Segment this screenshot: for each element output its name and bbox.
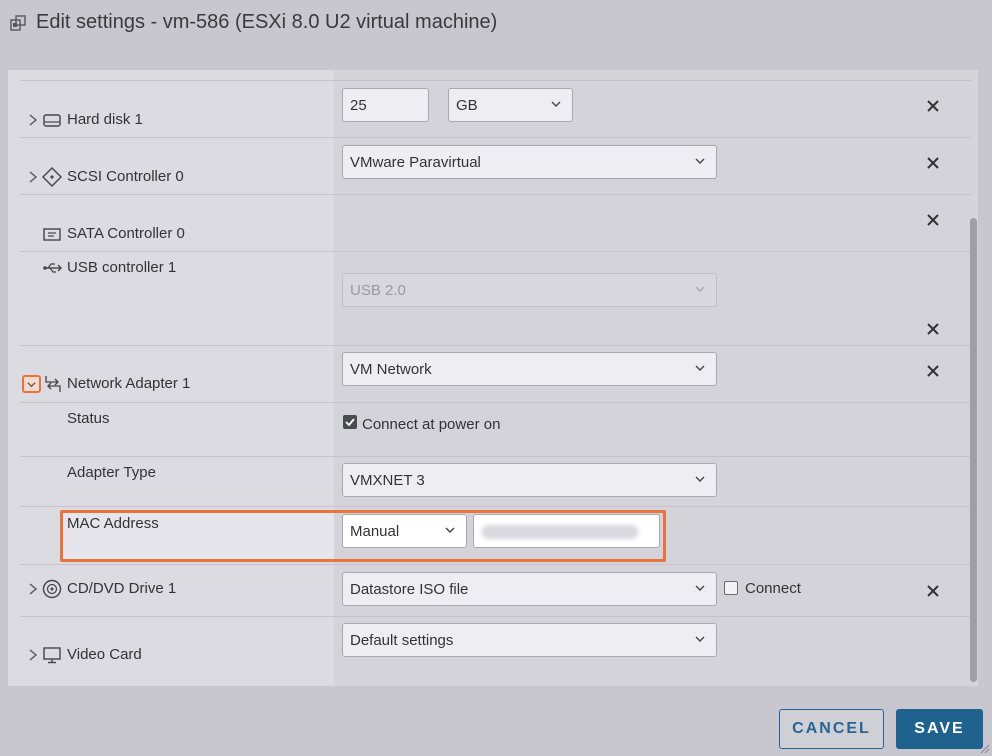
usb-controller-label: USB controller 1 [67,259,177,276]
row-divider [20,616,972,617]
video-card-settings-value: Default settings [350,632,454,649]
save-button[interactable]: SAVE [896,709,983,749]
chevron-right-icon[interactable] [26,170,40,184]
row-divider [20,194,972,195]
row-divider [20,345,972,346]
chevron-right-icon[interactable] [26,113,40,127]
vm-edit-icon [10,15,26,31]
dialog-title: Edit settings - vm-586 (ESXi 8.0 U2 virt… [36,11,498,33]
sata-controller-label: SATA Controller 0 [67,225,185,242]
adapter-type-select[interactable]: VMXNET 3 [342,463,717,497]
video-card-label: Video Card [67,646,142,663]
chevron-down-icon [695,365,705,371]
remove-cd-dvd-icon[interactable] [927,585,939,597]
cd-dvd-connect-label: Connect [745,580,801,597]
adapter-type-label: Adapter Type [67,464,156,481]
scsi-type-value: VMware Paravirtual [350,154,481,171]
row-divider [20,80,972,81]
chevron-down-icon [695,286,705,292]
remove-usb-icon[interactable] [927,323,939,335]
collapse-network-adapter-button[interactable] [22,375,41,393]
chevron-down-icon [695,158,705,164]
chevron-down-icon [27,382,36,388]
hard-disk-size-value: 25 [350,97,367,114]
hard-disk-unit-value: GB [456,97,478,114]
scsi-controller-label: SCSI Controller 0 [67,168,184,185]
usb-version-select[interactable]: USB 2.0 [342,273,717,307]
row-divider [20,137,972,138]
status-label: Status [67,410,110,427]
scrollbar-thumb[interactable] [970,218,977,682]
remove-sata-icon[interactable] [927,214,939,226]
row-divider [20,564,972,565]
remove-network-adapter-icon[interactable] [927,365,939,377]
scsi-controller-icon [42,167,62,187]
checkmark-icon [345,418,355,427]
chevron-down-icon [695,585,705,591]
cd-dvd-source-select[interactable]: Datastore ISO file [342,572,717,606]
usb-icon [43,263,62,273]
hard-disk-label: Hard disk 1 [67,111,143,128]
chevron-right-icon[interactable] [26,648,40,662]
scsi-type-select[interactable]: VMware Paravirtual [342,145,717,179]
cd-dvd-label: CD/DVD Drive 1 [67,580,177,597]
video-card-settings-select[interactable]: Default settings [342,623,717,657]
network-adapter-label: Network Adapter 1 [67,375,191,392]
adapter-type-value: VMXNET 3 [350,472,425,489]
cancel-button[interactable]: CANCEL [779,709,884,749]
hard-disk-icon [43,114,61,127]
connect-at-power-on-label: Connect at power on [362,416,501,433]
chevron-down-icon [695,476,705,482]
dialog-header: Edit settings - vm-586 (ESXi 8.0 U2 virt… [0,0,992,50]
chevron-down-icon [695,636,705,642]
hard-disk-unit-select[interactable]: GB [448,88,573,122]
connect-at-power-on-checkbox[interactable] [343,415,357,429]
row-divider [20,506,972,507]
remove-scsi-icon[interactable] [927,157,939,169]
row-divider [20,456,972,457]
chevron-down-icon [551,101,561,107]
monitor-icon [43,647,61,664]
cd-dvd-source-value: Datastore ISO file [350,581,469,598]
network-value: VM Network [350,361,432,378]
cd-dvd-connect-checkbox[interactable] [724,581,738,595]
usb-version-value: USB 2.0 [350,282,406,299]
sata-controller-icon [43,228,61,241]
network-adapter-icon [45,376,61,392]
mac-address-highlight [60,510,666,562]
resize-grip-icon[interactable] [978,742,990,754]
remove-hard-disk-icon[interactable] [927,100,939,112]
hard-disk-size-input[interactable]: 25 [342,88,429,122]
chevron-right-icon[interactable] [26,582,40,596]
network-select[interactable]: VM Network [342,352,717,386]
row-divider [20,251,972,252]
cd-dvd-icon [42,579,62,599]
row-divider [20,402,972,403]
